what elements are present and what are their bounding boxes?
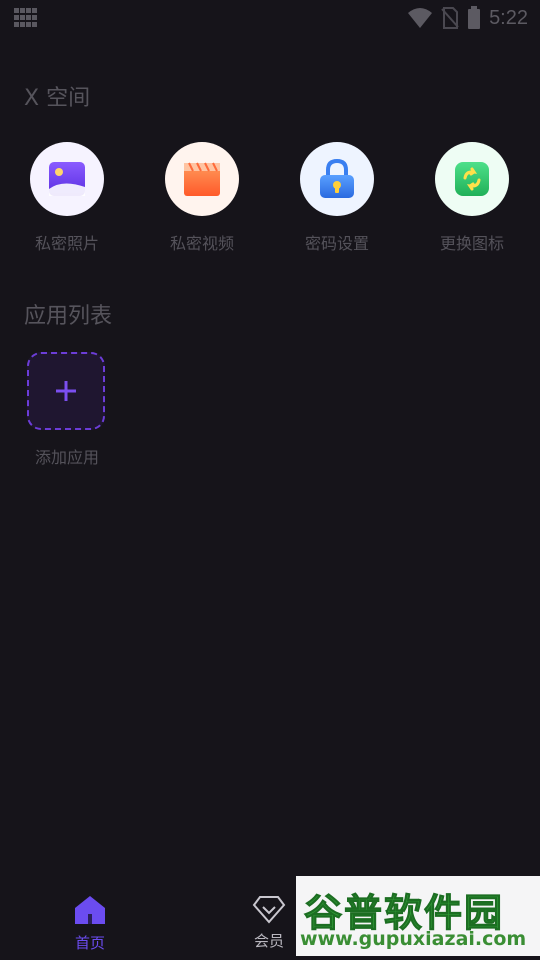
nav-label-vip: 会员 [253,932,284,950]
video-icon [184,162,220,196]
status-icons: 5:22 [407,4,528,32]
nav-item-home[interactable]: 首页 [55,894,125,953]
password-settings-label: 密码设置 [304,234,369,253]
watermark: 谷普软件园 www.gupuxiazai.com [296,876,540,956]
diamond-icon [252,896,286,924]
change-icon-label: 更换图标 [439,234,504,253]
plus-icon [56,381,76,401]
private-videos-icon-wrap [165,142,239,216]
section-title-apps: 应用列表 [24,304,113,329]
add-app-label: 添加应用 [34,448,99,467]
battery-icon [468,6,481,29]
lock-icon [320,159,354,198]
password-settings-button[interactable]: 密码设置 [282,142,392,254]
section-title-space: X 空间 [24,86,91,111]
change-icon-button[interactable]: 更换图标 [417,142,527,254]
status-bar: 5:22 [0,0,540,36]
no-sim-icon [441,7,459,29]
private-videos-button[interactable]: 私密视频 [147,142,257,254]
home-icon [75,896,105,924]
status-time: 5:22 [489,6,528,29]
password-settings-icon-wrap [300,142,374,216]
swap-icon [455,162,489,196]
private-photos-icon-wrap [30,142,104,216]
watermark-url: www.gupuxiazai.com [300,928,527,950]
private-photos-label: 私密照片 [34,234,99,253]
add-app-button[interactable] [27,352,105,430]
app-grid-icon [14,8,38,28]
nav-item-vip[interactable]: 会员 [234,894,304,951]
wifi-icon [408,8,433,28]
private-photos-button[interactable]: 私密照片 [12,142,122,254]
private-videos-label: 私密视频 [169,234,234,253]
change-icon-icon-wrap [435,142,509,216]
nav-label-home: 首页 [74,934,105,952]
photo-icon [49,162,85,196]
